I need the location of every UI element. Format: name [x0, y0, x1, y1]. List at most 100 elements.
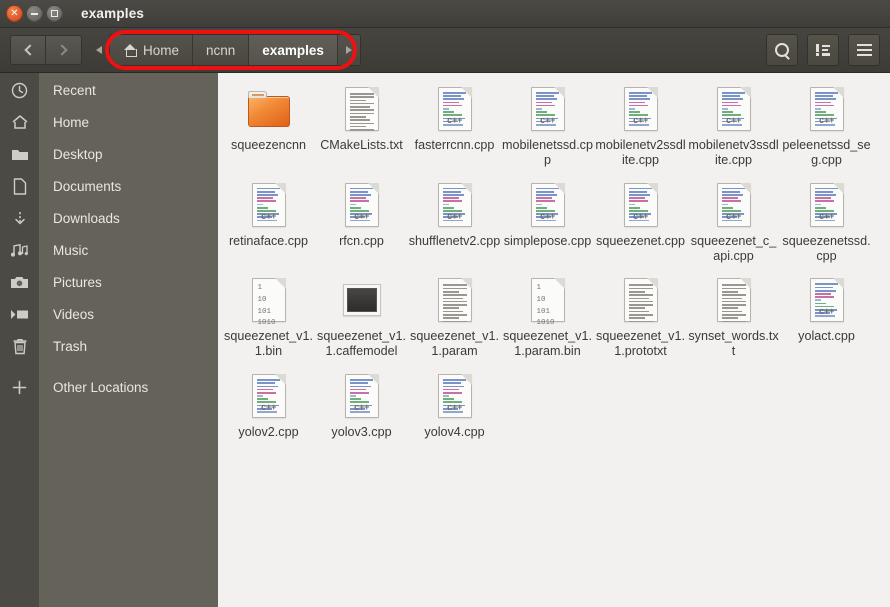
toolbar-buttons — [766, 34, 880, 66]
text-file-icon — [617, 276, 665, 324]
file-item-label: squeezencnn — [231, 138, 306, 152]
music-icon — [0, 234, 39, 266]
download-icon — [0, 202, 39, 234]
file-item-label: yolov2.cpp — [238, 425, 299, 440]
sidebar-item-label: Recent — [53, 82, 96, 98]
file-item[interactable]: c++ simplepose.cpp — [501, 177, 594, 270]
file-item[interactable]: c++ rfcn.cpp — [315, 177, 408, 270]
sidebar-item-label: Documents — [53, 178, 122, 194]
cpp-file-icon: c++ — [338, 181, 386, 229]
title-bar: ✕ examples — [0, 0, 890, 28]
cpp-file-icon: c++ — [710, 181, 758, 229]
cpp-file-icon: c++ — [710, 85, 758, 133]
sidebar-item-videos[interactable]: Videos — [0, 298, 218, 330]
sidebar-item-downloads[interactable]: Downloads — [0, 202, 218, 234]
file-item[interactable]: c++ fasterrcnn.cpp — [408, 81, 501, 174]
file-item-label: squeezenet_v1.1.caffemodel — [317, 329, 406, 359]
menu-button[interactable] — [848, 34, 880, 66]
file-item[interactable]: c++ yolov4.cpp — [408, 368, 501, 446]
file-item[interactable]: synset_words.txt — [687, 272, 780, 365]
file-item[interactable]: c++ mobilenetv3ssdlite.cpp — [687, 81, 780, 174]
back-button[interactable] — [10, 35, 46, 65]
cpp-file-icon: c++ — [431, 372, 479, 420]
navigation-buttons — [10, 35, 82, 65]
file-item[interactable]: c++ yolact.cpp — [780, 272, 873, 365]
breadcrumb-item-label: Home — [143, 42, 180, 58]
close-button[interactable]: ✕ — [6, 5, 23, 22]
file-item[interactable]: squeezenet_v1.1.caffemodel — [315, 272, 408, 365]
window-controls: ✕ — [0, 5, 63, 22]
file-item[interactable]: c++ shufflenetv2.cpp — [408, 177, 501, 270]
file-item[interactable]: c++ yolov3.cpp — [315, 368, 408, 446]
camera-icon — [0, 266, 39, 298]
breadcrumb-scroll-right-button[interactable] — [337, 35, 360, 65]
sidebar-item-home[interactable]: Home — [0, 106, 218, 138]
sidebar-item-documents[interactable]: Documents — [0, 170, 218, 202]
file-item[interactable]: c++ retinaface.cpp — [222, 177, 315, 270]
file-item[interactable]: 1 10 101 1010 squeezenet_v1.1.bin — [222, 272, 315, 365]
chevron-left-icon — [23, 44, 36, 56]
triangle-left-icon — [96, 46, 102, 54]
forward-button[interactable] — [46, 35, 82, 65]
file-item[interactable]: c++ yolov2.cpp — [222, 368, 315, 446]
file-item[interactable]: squeezenet_v1.1.prototxt — [594, 272, 687, 365]
file-grid: squeezencnn CMakeLists.txt c++ fasterrcnn.c… — [218, 73, 890, 449]
view-options-button[interactable] — [807, 34, 839, 66]
sidebar-item-music[interactable]: Music — [0, 234, 218, 266]
triangle-right-icon — [345, 46, 352, 54]
file-item-label: squeezenetssd.cpp — [782, 233, 871, 263]
sidebar-item-recent[interactable]: Recent — [0, 74, 218, 106]
file-item[interactable]: 1 10 101 1010 squeezenet_v1.1.param.bin — [501, 272, 594, 365]
text-file-icon — [431, 276, 479, 324]
sidebar-item-label: Music — [53, 242, 89, 258]
file-item-label: fasterrcnn.cpp — [414, 138, 495, 152]
video-icon — [0, 298, 39, 330]
list-view-icon — [815, 44, 831, 56]
sidebar-item-pictures[interactable]: Pictures — [0, 266, 218, 298]
breadcrumb-item-label: ncnn — [206, 42, 236, 58]
breadcrumb-scroll-left-button[interactable] — [91, 35, 107, 65]
cpp-file-icon: c++ — [617, 85, 665, 133]
file-item[interactable]: squeezenet_v1.1.param — [408, 272, 501, 365]
cpp-file-icon: c++ — [431, 181, 479, 229]
file-item[interactable]: squeezencnn — [222, 81, 315, 174]
folder-icon — [245, 85, 293, 133]
cpp-file-icon: c++ — [524, 85, 572, 133]
cpp-file-icon: c++ — [524, 181, 572, 229]
file-item[interactable]: CMakeLists.txt — [315, 81, 408, 174]
file-item-label: yolact.cpp — [798, 329, 855, 344]
minimize-button[interactable] — [26, 5, 43, 22]
file-item[interactable]: c++ peleenetssd_seg.cpp — [780, 81, 873, 174]
sidebar-item-other-locations[interactable]: Other Locations — [0, 371, 218, 403]
sidebar-item-label: Pictures — [53, 274, 102, 290]
file-item-label: retinaface.cpp — [228, 233, 309, 248]
text-file-icon — [710, 276, 758, 324]
sidebar-item-label: Home — [53, 114, 90, 130]
chevron-right-icon — [56, 44, 68, 56]
sidebar-item-desktop[interactable]: Desktop — [0, 138, 218, 170]
cpp-file-icon: c++ — [338, 372, 386, 420]
file-item[interactable]: c++ squeezenet.cpp — [594, 177, 687, 270]
file-grid-area[interactable]: squeezencnn CMakeLists.txt c++ fasterrcnn.c… — [218, 73, 890, 607]
file-item[interactable]: c++ mobilenetv2ssdlite.cpp — [594, 81, 687, 174]
file-item-label: CMakeLists.txt — [320, 138, 403, 152]
search-button[interactable] — [766, 34, 798, 66]
maximize-button[interactable] — [46, 5, 63, 22]
file-item[interactable]: c++ squeezenet_c_api.cpp — [687, 177, 780, 270]
document-icon — [0, 170, 39, 202]
hamburger-menu-icon — [856, 43, 872, 57]
breadcrumb-item-examples[interactable]: examples — [249, 35, 338, 65]
text-file-icon — [338, 85, 386, 133]
cpp-file-icon: c++ — [617, 181, 665, 229]
cpp-file-icon: c++ — [431, 85, 479, 133]
file-item[interactable]: c++ squeezenetssd.cpp — [780, 177, 873, 270]
plus-icon — [0, 371, 39, 403]
breadcrumb-item-ncnn[interactable]: ncnn — [193, 35, 250, 65]
file-item-label: mobilenetv3ssdlite.cpp — [688, 138, 779, 167]
home-icon — [0, 106, 39, 138]
sidebar-item-trash[interactable]: Trash — [0, 330, 218, 362]
breadcrumb-item-home[interactable]: Home — [110, 35, 194, 65]
file-item-label: peleenetssd_seg.cpp — [782, 138, 871, 167]
file-item[interactable]: c++ mobilenetssd.cpp — [501, 81, 594, 174]
file-item-label: mobilenetssd.cpp — [501, 138, 593, 167]
